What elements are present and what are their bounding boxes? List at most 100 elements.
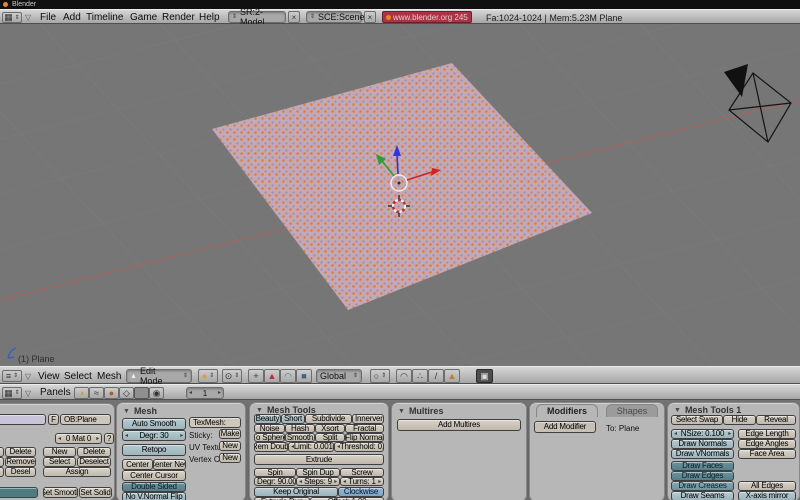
nsize-spinner[interactable]: ◂ NSize: 0.100 ▸ <box>671 429 734 439</box>
vertex-color-new-button[interactable]: New <box>219 453 241 463</box>
viewport-shading-dropdown[interactable]: ● ⇕ <box>198 369 218 383</box>
mode-dropdown[interactable]: ▲ Edit Mode ⇕ <box>126 369 192 383</box>
center-cursor-button[interactable]: Center Cursor <box>122 470 186 481</box>
tab-modifiers[interactable]: Modifiers <box>536 404 598 417</box>
add-modifier-button[interactable]: Add Modifier <box>534 421 596 433</box>
draw-normals-toggle[interactable]: Draw Normals <box>671 439 734 449</box>
face-select-button[interactable]: ▲ <box>444 369 460 383</box>
vgroup-assign-button-cut[interactable] <box>0 457 4 467</box>
buttons-page-spinner[interactable]: ◂ 1 ▸ <box>186 387 224 399</box>
screen-close-button[interactable]: × <box>288 11 300 23</box>
smooth-button[interactable]: Smooth <box>285 433 315 442</box>
double-sided-toggle[interactable]: Double Sided <box>122 482 186 492</box>
screw-button[interactable]: Screw <box>340 468 384 477</box>
keep-original-toggle[interactable]: Keep Original <box>254 487 338 497</box>
draw-faces-toggle[interactable]: Draw Faces <box>671 461 734 471</box>
editing-context-button-active[interactable] <box>134 387 149 399</box>
reveal-button[interactable]: Reveal <box>756 415 796 425</box>
hide-button[interactable]: Hide <box>723 415 756 425</box>
manipulator-hand-button[interactable]: + <box>248 369 264 383</box>
draw-edges-toggle[interactable]: Draw Edges <box>671 471 734 481</box>
shading-context-button[interactable]: ● <box>104 387 119 399</box>
menu-select[interactable]: Select <box>64 370 92 383</box>
face-area-toggle[interactable]: Face Area <box>738 449 796 459</box>
uv-texture-new-button[interactable]: New <box>219 441 241 451</box>
panel-collapse-icon[interactable]: ▼ <box>256 407 263 414</box>
manipulator-translate-button[interactable]: ▲ <box>264 369 280 383</box>
center-button[interactable]: Center <box>122 459 153 470</box>
proportional-edit-dropdown[interactable]: ○ ⇕ <box>370 369 390 383</box>
manipulator-rotate-button[interactable]: ◠ <box>280 369 296 383</box>
material-assign-button[interactable]: Assign <box>43 467 111 477</box>
pivot-dropdown[interactable]: ⊙ ⇕ <box>222 369 242 383</box>
menu-game[interactable]: Game <box>130 11 157 24</box>
spinner-right-icon[interactable]: ▸ <box>96 436 99 442</box>
material-select-button[interactable]: Select <box>43 457 76 467</box>
header-collapse-icon[interactable]: ▽ <box>25 11 31 24</box>
turns-spinner[interactable]: ◂ Turns: 1 ▸ <box>340 477 384 486</box>
material-new-button[interactable]: New <box>43 447 76 457</box>
panel-header-mesh-tools-1[interactable]: ▼ Mesh Tools 1 <box>674 405 741 415</box>
vertex-group-name-field[interactable] <box>0 487 38 498</box>
edge-angles-toggle[interactable]: Edge Angles <box>738 439 796 449</box>
transform-manipulator[interactable] <box>376 145 441 191</box>
sticky-make-button[interactable]: Make <box>219 429 241 439</box>
script-context-button[interactable]: ≈ <box>89 387 104 399</box>
hash-button[interactable]: Hash <box>285 424 315 433</box>
draw-vnormals-toggle[interactable]: Draw VNormals <box>671 449 734 459</box>
camera-gizmo[interactable] <box>724 64 791 142</box>
no-vnormal-flip-toggle[interactable]: No V.Normal Flip <box>122 492 186 500</box>
menu-mesh[interactable]: Mesh <box>97 370 121 383</box>
spin-dup-button[interactable]: Spin Dup <box>296 468 340 477</box>
screen-selector[interactable]: ⇕ SR:2-Model <box>228 11 286 23</box>
panels-menu[interactable]: Panels <box>40 386 71 399</box>
menu-timeline[interactable]: Timeline <box>86 11 123 24</box>
material-delete-button[interactable]: Delete <box>77 447 111 457</box>
scene-selector[interactable]: ⇕ SCE:Scene <box>306 11 362 23</box>
menu-render[interactable]: Render <box>162 11 195 24</box>
set-solid-button[interactable]: Set Solid <box>79 487 112 498</box>
window-type-button[interactable]: ▦ ⇕ <box>2 12 22 23</box>
subdivide-button[interactable]: Subdivide <box>305 414 352 424</box>
menu-file[interactable]: File <box>40 11 56 24</box>
texmesh-field[interactable]: TexMesh: <box>189 417 241 428</box>
fractal-button[interactable]: Fractal <box>345 424 384 433</box>
x-axis-arrow[interactable] <box>407 172 432 180</box>
to-sphere-button[interactable]: To Sphere <box>254 433 285 442</box>
snap-arc-button[interactable]: ◠ <box>396 369 412 383</box>
add-multires-button[interactable]: Add Multires <box>397 419 521 431</box>
header-collapse-icon[interactable]: ▽ <box>25 387 31 400</box>
center-new-button[interactable]: Center New <box>153 459 186 470</box>
threshold-spinner[interactable]: ◂ Threshold: 0.010 ▸ <box>334 442 384 452</box>
draw-creases-toggle[interactable]: Draw Creases <box>671 481 734 491</box>
spinner-right-icon[interactable]: ▸ <box>218 390 221 396</box>
header-collapse-icon[interactable]: ▽ <box>25 370 31 383</box>
tab-shapes[interactable]: Shapes <box>606 404 658 417</box>
cursor-3d[interactable] <box>388 195 410 217</box>
auto-smooth-toggle[interactable]: Auto Smooth <box>122 418 186 430</box>
retopo-toggle[interactable]: Retopo <box>122 444 186 456</box>
menu-help[interactable]: Help <box>199 11 220 24</box>
panel-collapse-icon[interactable]: ▼ <box>674 407 681 414</box>
innervert-dropdown[interactable]: Innervert ⇕ <box>352 414 384 424</box>
vertex-group-browse-field[interactable] <box>0 414 46 425</box>
limit-spinner[interactable]: ◂ Limit: 0.001 ▸ <box>288 442 334 452</box>
object-name-field[interactable]: OB:Plane <box>60 414 111 425</box>
vgroup-desel-button[interactable]: Desel <box>5 467 36 477</box>
vgroup-new-button-cut[interactable] <box>0 447 4 457</box>
menu-add[interactable]: Add <box>63 11 81 24</box>
physics-context-button[interactable]: ◉ <box>149 387 164 399</box>
panel-collapse-icon[interactable]: ▼ <box>123 408 130 415</box>
material-deselect-button[interactable]: Deselect <box>77 457 111 467</box>
viewport-3d[interactable]: (1) Plane <box>0 24 800 366</box>
material-help-button[interactable]: ? <box>104 433 114 444</box>
panel-collapse-icon[interactable]: ▼ <box>398 408 405 415</box>
vgroup-delete-button[interactable]: Delete <box>5 447 36 457</box>
beauty-toggle[interactable]: Beauty <box>254 414 281 424</box>
fake-user-button[interactable]: F <box>48 414 59 425</box>
xsort-button[interactable]: Xsort <box>315 424 345 433</box>
rem-doubles-button[interactable]: Rem Doubl <box>254 442 288 452</box>
y-axis-arrow[interactable] <box>382 161 394 176</box>
spin-button[interactable]: Spin <box>254 468 296 477</box>
short-toggle[interactable]: Short <box>281 414 305 424</box>
